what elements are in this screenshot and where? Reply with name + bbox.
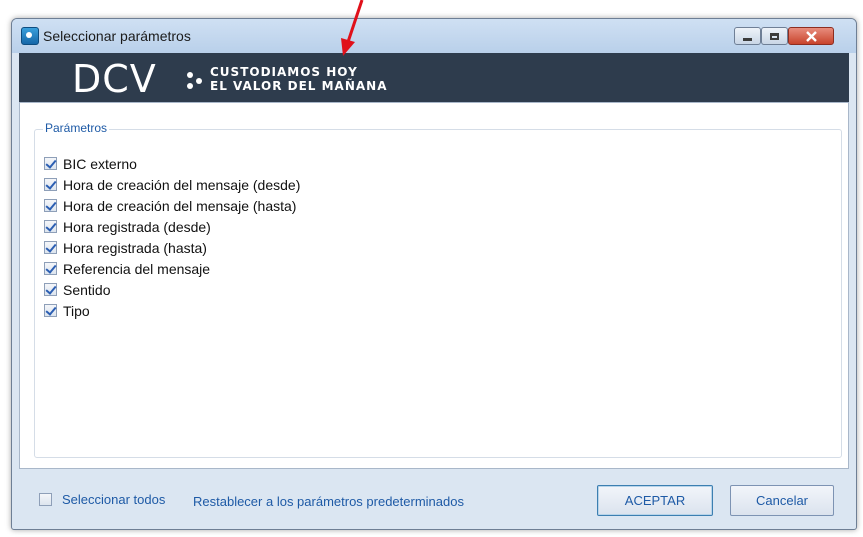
checkbox[interactable]: [44, 304, 57, 317]
content-panel: Parámetros BIC externo Hora de creación …: [19, 102, 849, 469]
annotation-arrow-icon: [341, 0, 364, 56]
param-label: Hora registrada (hasta): [63, 239, 207, 256]
param-hora-creacion-hasta[interactable]: Hora de creación del mensaje (hasta): [44, 195, 300, 216]
checkbox[interactable]: [44, 262, 57, 275]
param-hora-registrada-desde[interactable]: Hora registrada (desde): [44, 216, 300, 237]
restore-defaults-link[interactable]: Restablecer a los parámetros predetermin…: [193, 494, 464, 509]
checkbox[interactable]: [44, 157, 57, 170]
checkbox[interactable]: [44, 220, 57, 233]
param-hora-registrada-hasta[interactable]: Hora registrada (hasta): [44, 237, 300, 258]
parameters-group: Parámetros BIC externo Hora de creación …: [34, 121, 842, 458]
param-hora-creacion-desde[interactable]: Hora de creación del mensaje (desde): [44, 174, 300, 195]
parameters-list: BIC externo Hora de creación del mensaje…: [44, 153, 300, 321]
checkbox[interactable]: [44, 178, 57, 191]
accept-button[interactable]: ACEPTAR: [597, 485, 713, 516]
param-label: Tipo: [63, 302, 90, 319]
select-all-checkbox[interactable]: [39, 493, 52, 506]
cancel-button[interactable]: Cancelar: [730, 485, 834, 516]
param-tipo[interactable]: Tipo: [44, 300, 300, 321]
param-label: Sentido: [63, 281, 111, 298]
param-referencia-mensaje[interactable]: Referencia del mensaje: [44, 258, 300, 279]
param-label: Referencia del mensaje: [63, 260, 211, 277]
checkbox[interactable]: [44, 283, 57, 296]
param-label: Hora de creación del mensaje (hasta): [63, 197, 297, 214]
param-label: Hora registrada (desde): [63, 218, 211, 235]
param-label: BIC externo: [63, 155, 137, 172]
param-label: Hora de creación del mensaje (desde): [63, 176, 301, 193]
checkbox[interactable]: [44, 241, 57, 254]
select-all-label[interactable]: Seleccionar todos: [62, 492, 165, 507]
param-bic-externo[interactable]: BIC externo: [44, 153, 300, 174]
checkbox[interactable]: [44, 199, 57, 212]
param-sentido[interactable]: Sentido: [44, 279, 300, 300]
parameters-group-label: Parámetros: [43, 121, 110, 135]
